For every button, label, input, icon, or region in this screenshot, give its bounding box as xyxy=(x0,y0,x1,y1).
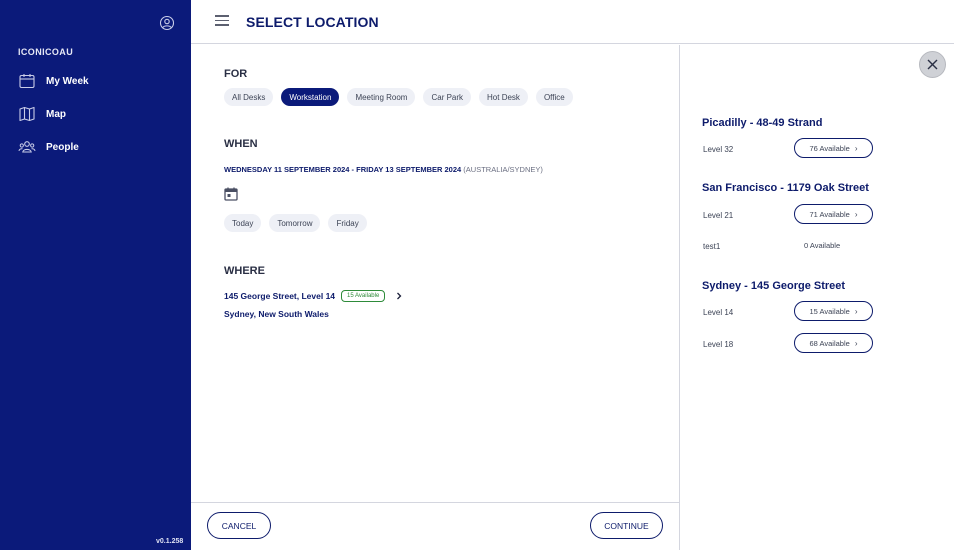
availability-button[interactable]: 15 Available › xyxy=(794,301,873,321)
cancel-button[interactable]: CANCEL xyxy=(207,512,271,539)
availability-text: 0 Available xyxy=(804,241,841,250)
availability-text: 76 Available xyxy=(809,143,850,153)
level-label: Level 18 xyxy=(703,340,734,349)
continue-button[interactable]: CONTINUE xyxy=(590,512,663,539)
chevron-right-icon[interactable] xyxy=(395,292,403,300)
when-section-title: WHEN xyxy=(224,138,258,150)
close-button[interactable] xyxy=(919,51,946,78)
people-icon xyxy=(18,141,36,153)
footer: CANCEL CONTINUE xyxy=(191,502,680,550)
organization-name: ICONICOAU xyxy=(18,47,74,57)
sidebar-item-label: People xyxy=(46,141,79,153)
chip-hot-desk[interactable]: Hot Desk xyxy=(479,88,528,106)
chevron-right-icon: › xyxy=(854,338,858,348)
location-title[interactable]: Picadilly - 48-49 Strand xyxy=(702,117,822,129)
calendar-icon xyxy=(19,74,35,89)
map-icon xyxy=(19,106,35,122)
calendar-picker-icon[interactable] xyxy=(224,187,238,201)
chip-office[interactable]: Office xyxy=(535,88,573,106)
where-section-title: WHERE xyxy=(224,265,265,277)
sidebar-item-map[interactable]: Map xyxy=(18,103,66,125)
header: SELECT LOCATION xyxy=(191,0,954,44)
timezone-label: (AUSTRALIA/SYDNEY) xyxy=(463,165,543,174)
availability-button[interactable]: 76 Available › xyxy=(794,138,873,158)
selected-location-city: Sydney, New South Wales xyxy=(224,309,329,319)
chip-all-desks[interactable]: All Desks xyxy=(224,88,274,106)
page-title: SELECT LOCATION xyxy=(246,14,379,30)
chip-workstation[interactable]: Workstation xyxy=(281,88,340,106)
location-panel: Picadilly - 48-49 Strand Level 32 76 Ava… xyxy=(681,45,954,550)
sidebar-item-label: My Week xyxy=(46,75,89,87)
app-version: v0.1.258 xyxy=(156,538,184,545)
account-icon[interactable] xyxy=(159,15,175,31)
chevron-right-icon: › xyxy=(854,143,858,153)
chip-friday[interactable]: Friday xyxy=(328,214,367,232)
level-label: Level 32 xyxy=(703,145,734,154)
sidebar-item-my-week[interactable]: My Week xyxy=(18,70,89,92)
availability-button[interactable]: 68 Available › xyxy=(794,333,873,353)
desk-type-chips: All Desks Workstation Meeting Room Car P… xyxy=(224,88,573,106)
availability-text: 68 Available xyxy=(809,338,850,348)
chevron-right-icon: › xyxy=(854,209,858,219)
quick-date-chips: Today Tomorrow Friday xyxy=(224,214,367,232)
level-label: Level 14 xyxy=(703,308,734,317)
hamburger-menu-icon[interactable] xyxy=(215,15,229,27)
chip-meeting-room[interactable]: Meeting Room xyxy=(347,88,416,106)
chevron-right-icon: › xyxy=(854,306,858,316)
for-section-title: FOR xyxy=(224,68,248,80)
sidebar-item-people[interactable]: People xyxy=(18,136,79,158)
availability-text: 15 Available xyxy=(809,306,850,316)
selected-location[interactable]: 145 George Street, Level 14 15 Available xyxy=(224,290,403,302)
chip-car-park[interactable]: Car Park xyxy=(423,88,472,106)
availability-text: 71 Available xyxy=(809,209,850,219)
date-range-text: WEDNESDAY 11 SEPTEMBER 2024 - FRIDAY 13 … xyxy=(224,165,462,174)
location-title[interactable]: San Francisco - 1179 Oak Street xyxy=(702,182,869,194)
level-label: Level 21 xyxy=(703,211,734,220)
close-icon xyxy=(927,59,938,70)
sidebar-item-label: Map xyxy=(46,108,66,120)
location-title[interactable]: Sydney - 145 George Street xyxy=(702,280,845,292)
level-label: test1 xyxy=(703,242,721,251)
main-content: FOR All Desks Workstation Meeting Room C… xyxy=(191,45,680,502)
date-range: WEDNESDAY 11 SEPTEMBER 2024 - FRIDAY 13 … xyxy=(224,165,543,174)
chip-today[interactable]: Today xyxy=(224,214,262,232)
chip-tomorrow[interactable]: Tomorrow xyxy=(269,214,321,232)
availability-badge: 15 Available xyxy=(341,290,386,302)
availability-button[interactable]: 71 Available › xyxy=(794,204,873,224)
selected-location-address: 145 George Street, Level 14 xyxy=(224,291,336,301)
sidebar: ICONICOAU My Week Map People v0.1.258 xyxy=(0,0,191,550)
